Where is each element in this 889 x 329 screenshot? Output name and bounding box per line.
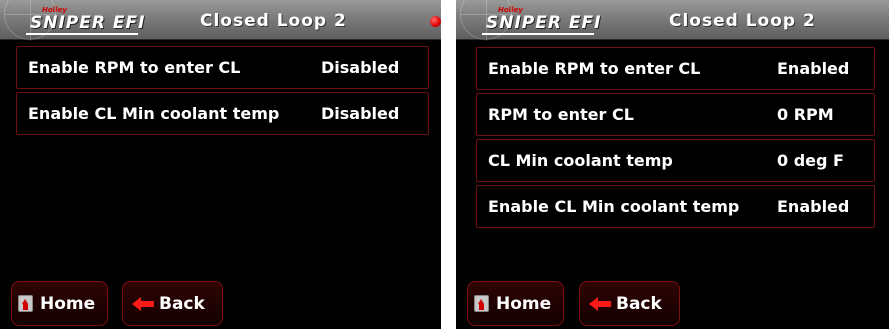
- home-button[interactable]: Home: [467, 281, 564, 326]
- page-title: Closed Loop 2: [669, 11, 816, 31]
- setting-value: 0 deg F: [777, 151, 844, 170]
- setting-label: Enable RPM to enter CL: [488, 59, 701, 78]
- header-bar: Holley SNIPER EFI Closed Loop 2: [456, 0, 889, 41]
- back-arrow-icon: [589, 297, 613, 311]
- setting-value: Enabled: [777, 59, 850, 78]
- setting-row-enable-rpm[interactable]: Enable RPM to enter CL Disabled: [16, 46, 429, 89]
- logo-swoosh: [482, 33, 594, 35]
- home-button[interactable]: Home: [11, 281, 108, 326]
- setting-value: Disabled: [321, 58, 400, 77]
- home-icon: [18, 295, 33, 312]
- page-title: Closed Loop 2: [200, 11, 347, 31]
- setting-label: RPM to enter CL: [488, 105, 634, 124]
- setting-value: Disabled: [321, 104, 400, 123]
- home-button-label: Home: [40, 294, 96, 314]
- setting-value: Enabled: [777, 197, 850, 216]
- screen-left: Holley SNIPER EFI Closed Loop 2 Enable R…: [0, 0, 441, 329]
- logo-swoosh: [26, 33, 138, 35]
- home-icon: [474, 295, 489, 312]
- back-arrow-icon: [132, 297, 156, 311]
- sniper-efi-logo: SNIPER EFI: [486, 13, 602, 33]
- back-button-label: Back: [159, 294, 205, 314]
- setting-value: 0 RPM: [777, 105, 834, 124]
- back-button-label: Back: [616, 294, 662, 314]
- back-button[interactable]: Back: [579, 281, 680, 326]
- setting-label: Enable CL Min coolant temp: [488, 197, 740, 216]
- screen-right: Holley SNIPER EFI Closed Loop 2 Enable R…: [456, 0, 889, 329]
- setting-row-enable-cl-min-coolant[interactable]: Enable CL Min coolant temp Disabled: [16, 92, 429, 135]
- setting-label: Enable CL Min coolant temp: [28, 104, 280, 123]
- status-dot-icon: [430, 16, 441, 27]
- setting-label: CL Min coolant temp: [488, 151, 673, 170]
- back-button[interactable]: Back: [122, 281, 223, 326]
- setting-row-enable-cl-min-coolant[interactable]: Enable CL Min coolant temp Enabled: [476, 185, 875, 228]
- setting-row-rpm-to-enter[interactable]: RPM to enter CL 0 RPM: [476, 93, 875, 136]
- setting-row-enable-rpm[interactable]: Enable RPM to enter CL Enabled: [476, 47, 875, 90]
- sniper-efi-logo: SNIPER EFI: [30, 13, 146, 33]
- setting-label: Enable RPM to enter CL: [28, 58, 241, 77]
- home-button-label: Home: [496, 294, 552, 314]
- setting-row-cl-min-coolant[interactable]: CL Min coolant temp 0 deg F: [476, 139, 875, 182]
- header-bar: Holley SNIPER EFI Closed Loop 2: [0, 0, 441, 41]
